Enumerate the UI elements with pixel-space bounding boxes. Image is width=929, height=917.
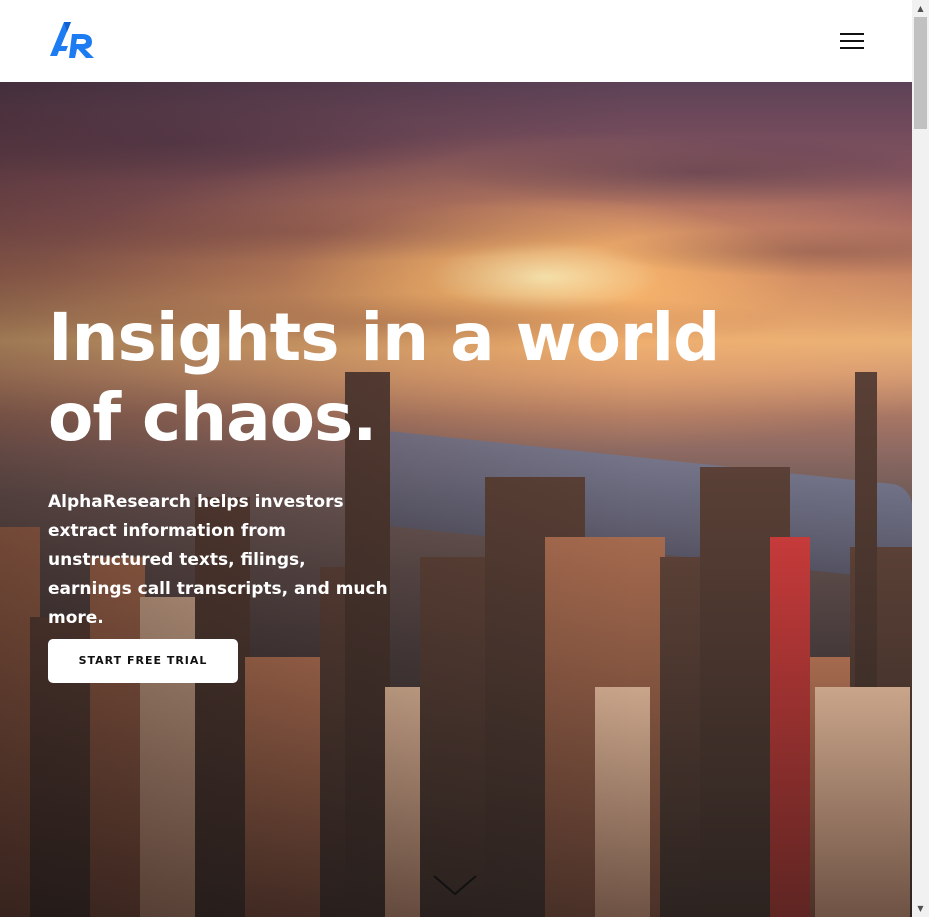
site-header	[0, 0, 912, 82]
page: Insights in a world of chaos. AlphaResea…	[0, 0, 929, 917]
chevron-down-icon	[433, 875, 477, 896]
scroll-up-arrow[interactable]: ▲	[912, 0, 929, 17]
start-free-trial-button[interactable]: START FREE TRIAL	[48, 639, 238, 683]
scroll-down-arrow[interactable]: ▼	[912, 900, 929, 917]
scrollbar-thumb[interactable]	[914, 17, 927, 129]
ar-logo-icon	[50, 22, 94, 58]
logo-link[interactable]	[50, 22, 98, 60]
menu-bar	[840, 47, 864, 49]
hero-title: Insights in a world of chaos.	[48, 298, 768, 458]
hamburger-menu-button[interactable]	[836, 28, 868, 54]
hero-description: AlphaResearch helps investors extract in…	[48, 492, 388, 628]
hero-title-line-2: of chaos.	[48, 379, 377, 456]
menu-bar	[840, 33, 864, 35]
menu-bar	[840, 40, 864, 42]
hero-title-line-1: Insights in a world	[48, 299, 720, 376]
scroll-down-button[interactable]	[432, 874, 478, 898]
vertical-scrollbar[interactable]: ▲ ▼	[912, 0, 929, 917]
hero-section: Insights in a world of chaos. AlphaResea…	[0, 82, 912, 917]
